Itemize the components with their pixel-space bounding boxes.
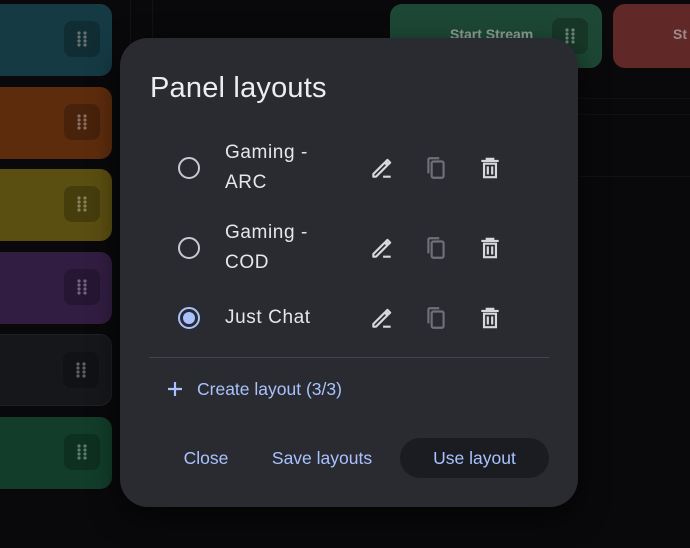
edit-icon: [372, 308, 392, 328]
edit-icon: [372, 238, 392, 258]
dialog-title: Panel layouts: [150, 72, 327, 104]
delete-layout-button[interactable]: [474, 152, 506, 184]
layout-radio[interactable]: [178, 157, 200, 179]
rename-layout-button[interactable]: [366, 152, 398, 184]
layout-radio[interactable]: [178, 237, 200, 259]
rename-layout-button[interactable]: [366, 232, 398, 264]
close-button[interactable]: Close: [170, 438, 242, 478]
layout-name: Gaming - ARC: [225, 142, 308, 193]
duplicate-layout-button[interactable]: [420, 232, 452, 264]
panel-layouts-dialog: Panel layouts Gaming - ARC Gaming - COD …: [120, 38, 578, 507]
edit-icon: [372, 158, 392, 178]
create-layout-button[interactable]: Create layout (3/3): [164, 374, 342, 404]
layout-row-gaming-cod: Gaming - COD: [174, 218, 514, 278]
duplicate-layout-button[interactable]: [420, 302, 452, 334]
use-layout-button[interactable]: Use layout: [400, 438, 549, 478]
duplicate-layout-button[interactable]: [420, 152, 452, 184]
copy-icon: [427, 157, 445, 179]
copy-icon: [427, 237, 445, 259]
trash-icon: [481, 157, 499, 179]
delete-layout-button[interactable]: [474, 232, 506, 264]
delete-layout-button[interactable]: [474, 302, 506, 334]
layout-radio-selected[interactable]: [178, 307, 200, 329]
trash-icon: [481, 237, 499, 259]
layout-row-gaming-arc: Gaming - ARC: [174, 138, 514, 198]
trash-icon: [481, 307, 499, 329]
save-layouts-button[interactable]: Save layouts: [260, 438, 384, 478]
create-layout-label: Create layout (3/3): [197, 378, 342, 399]
rename-layout-button[interactable]: [366, 302, 398, 334]
plus-icon: [168, 382, 182, 396]
layout-row-just-chat: Just Chat: [174, 302, 514, 334]
layout-name: Gaming - COD: [225, 222, 308, 273]
dialog-divider: [149, 357, 549, 358]
copy-icon: [427, 307, 445, 329]
layout-name: Just Chat: [225, 307, 311, 328]
